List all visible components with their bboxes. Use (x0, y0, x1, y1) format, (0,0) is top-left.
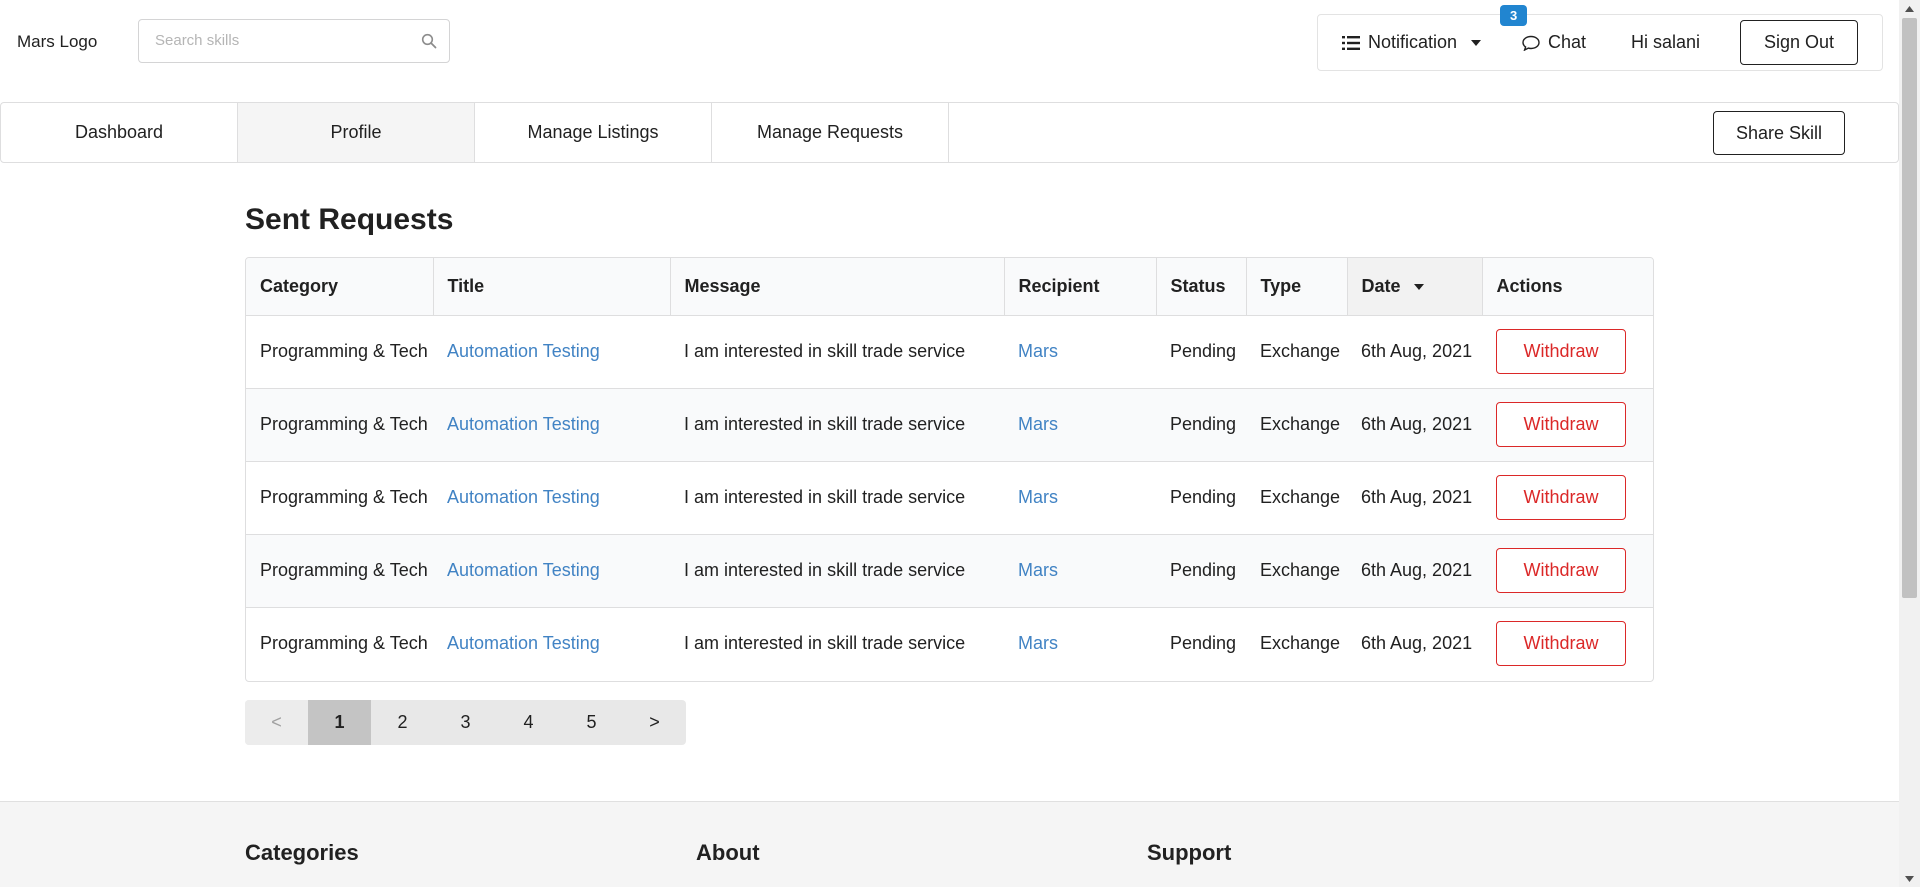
cell-message: I am interested in skill trade service (684, 341, 966, 361)
cell-status: Pending (1156, 387, 1246, 461)
cell-category: Programming & Tech (246, 606, 433, 680)
table-header-row: Category Title Message Recipient Status … (246, 258, 1653, 316)
pagination-page-3[interactable]: 3 (434, 700, 497, 745)
title-link[interactable]: Automation Testing (447, 487, 600, 507)
cell-type: Exchange (1246, 533, 1347, 607)
scroll-up-arrow[interactable] (1899, 0, 1920, 17)
chat-icon (1522, 35, 1540, 51)
withdraw-button[interactable]: Withdraw (1496, 621, 1626, 667)
scroll-down-arrow[interactable] (1899, 870, 1920, 887)
page-scrollbar[interactable] (1899, 0, 1920, 887)
pagination-page-2[interactable]: 2 (371, 700, 434, 745)
chevron-down-icon (1905, 875, 1914, 882)
cell-category: Programming & Tech (260, 341, 428, 361)
table-row: Programming & Tech Automation Testing I … (246, 315, 1653, 388)
page: Mars Logo Notification (0, 0, 1899, 887)
tab-dashboard[interactable]: Dashboard (1, 103, 238, 162)
cell-date: 6th Aug, 2021 (1347, 460, 1482, 534)
column-header-date-label: Date (1361, 275, 1401, 296)
table-row: Programming & Tech Automation Testing I … (246, 387, 1653, 461)
cell-status: Pending (1156, 606, 1246, 680)
search-input[interactable] (155, 20, 415, 60)
column-header-title[interactable]: Title (432, 258, 670, 316)
cell-message: I am interested in skill trade service (670, 606, 1004, 680)
sign-out-button[interactable]: Sign Out (1740, 20, 1858, 65)
user-menu: Notification 3 Chat Hi salani Sign Out (1317, 5, 1883, 71)
column-header-category[interactable]: Category (246, 258, 433, 316)
column-header-message[interactable]: Message (669, 258, 1004, 316)
footer-heading-support: Support (1147, 840, 1232, 865)
cell-message: I am interested in skill trade service (670, 460, 1004, 534)
notification-label: Notification (1368, 32, 1458, 52)
share-skill-button[interactable]: Share Skill (1713, 111, 1845, 155)
footer-heading-about: About (696, 840, 760, 865)
column-header-date[interactable]: Date (1346, 258, 1482, 316)
cell-category: Programming & Tech (246, 460, 433, 534)
footer: Categories About Support (0, 801, 1899, 887)
notification-dropdown[interactable]: Notification 3 (1342, 5, 1528, 70)
tab-profile[interactable]: Profile (238, 103, 475, 162)
table-row: Programming & Tech Automation Testing I … (246, 533, 1653, 607)
title-link[interactable]: Automation Testing (447, 633, 600, 653)
user-greeting[interactable]: Hi salani (1631, 15, 1700, 70)
pagination-page-4[interactable]: 4 (497, 700, 560, 745)
cell-date: 6th Aug, 2021 (1347, 387, 1482, 461)
pagination-next[interactable]: > (623, 700, 686, 745)
logo[interactable]: Mars Logo (17, 32, 97, 52)
recipient-link[interactable]: Mars (1018, 633, 1058, 653)
main-nav: Dashboard Profile Manage Listings Manage… (0, 102, 1899, 163)
tab-manage-requests[interactable]: Manage Requests (712, 103, 949, 162)
column-header-actions: Actions (1481, 258, 1653, 316)
cell-type: Exchange (1246, 460, 1347, 534)
pagination-prev[interactable]: < (245, 700, 308, 745)
cell-category: Programming & Tech (246, 387, 433, 461)
scrollbar-thumb[interactable] (1902, 18, 1917, 598)
title-link[interactable]: Automation Testing (447, 414, 600, 434)
cell-date: 6th Aug, 2021 (1361, 341, 1473, 361)
cell-status: Pending (1156, 533, 1246, 607)
list-icon (1342, 35, 1360, 50)
withdraw-button[interactable]: Withdraw (1496, 475, 1626, 520)
chat-link[interactable]: Chat (1522, 15, 1586, 70)
search-icon[interactable] (421, 33, 437, 49)
sent-requests-table: Category Title Message Recipient Status … (245, 257, 1654, 682)
title-link[interactable]: Automation Testing (447, 560, 600, 580)
cell-status: Pending (1156, 460, 1246, 534)
withdraw-button[interactable]: Withdraw (1496, 402, 1626, 447)
cell-type: Exchange (1246, 606, 1347, 680)
withdraw-button[interactable]: Withdraw (1496, 548, 1626, 593)
cell-date: 6th Aug, 2021 (1347, 606, 1482, 680)
cell-category: Programming & Tech (246, 533, 433, 607)
cell-message: I am interested in skill trade service (670, 387, 1004, 461)
withdraw-button[interactable]: Withdraw (1496, 329, 1626, 374)
pagination-page-1[interactable]: 1 (308, 700, 371, 745)
table-row: Programming & Tech Automation Testing I … (246, 606, 1653, 680)
chat-label: Chat (1548, 32, 1587, 52)
column-header-recipient[interactable]: Recipient (1003, 258, 1156, 316)
cell-type: Exchange (1246, 387, 1347, 461)
title-link[interactable]: Automation Testing (447, 341, 600, 361)
cell-date: 6th Aug, 2021 (1347, 533, 1482, 607)
top-bar: Mars Logo Notification (0, 0, 1899, 84)
footer-heading-categories: Categories (245, 840, 359, 865)
pagination-page-5[interactable]: 5 (560, 700, 623, 745)
search-box (138, 19, 450, 63)
cell-type: Exchange (1260, 341, 1341, 361)
chevron-up-icon (1905, 5, 1914, 12)
caret-down-icon (1471, 39, 1482, 46)
sort-descending-icon (1413, 284, 1424, 290)
column-header-type[interactable]: Type (1245, 258, 1347, 316)
cell-status: Pending (1170, 341, 1237, 361)
column-header-status[interactable]: Status (1155, 258, 1246, 316)
recipient-link[interactable]: Mars (1018, 560, 1058, 580)
table-row: Programming & Tech Automation Testing I … (246, 460, 1653, 534)
page-title: Sent Requests (245, 203, 454, 236)
recipient-link[interactable]: Mars (1018, 414, 1058, 434)
pagination: < 1 2 3 4 5 > (245, 700, 686, 745)
recipient-link[interactable]: Mars (1018, 341, 1058, 361)
recipient-link[interactable]: Mars (1018, 487, 1058, 507)
cell-message: I am interested in skill trade service (670, 533, 1004, 607)
tab-manage-listings[interactable]: Manage Listings (475, 103, 712, 162)
